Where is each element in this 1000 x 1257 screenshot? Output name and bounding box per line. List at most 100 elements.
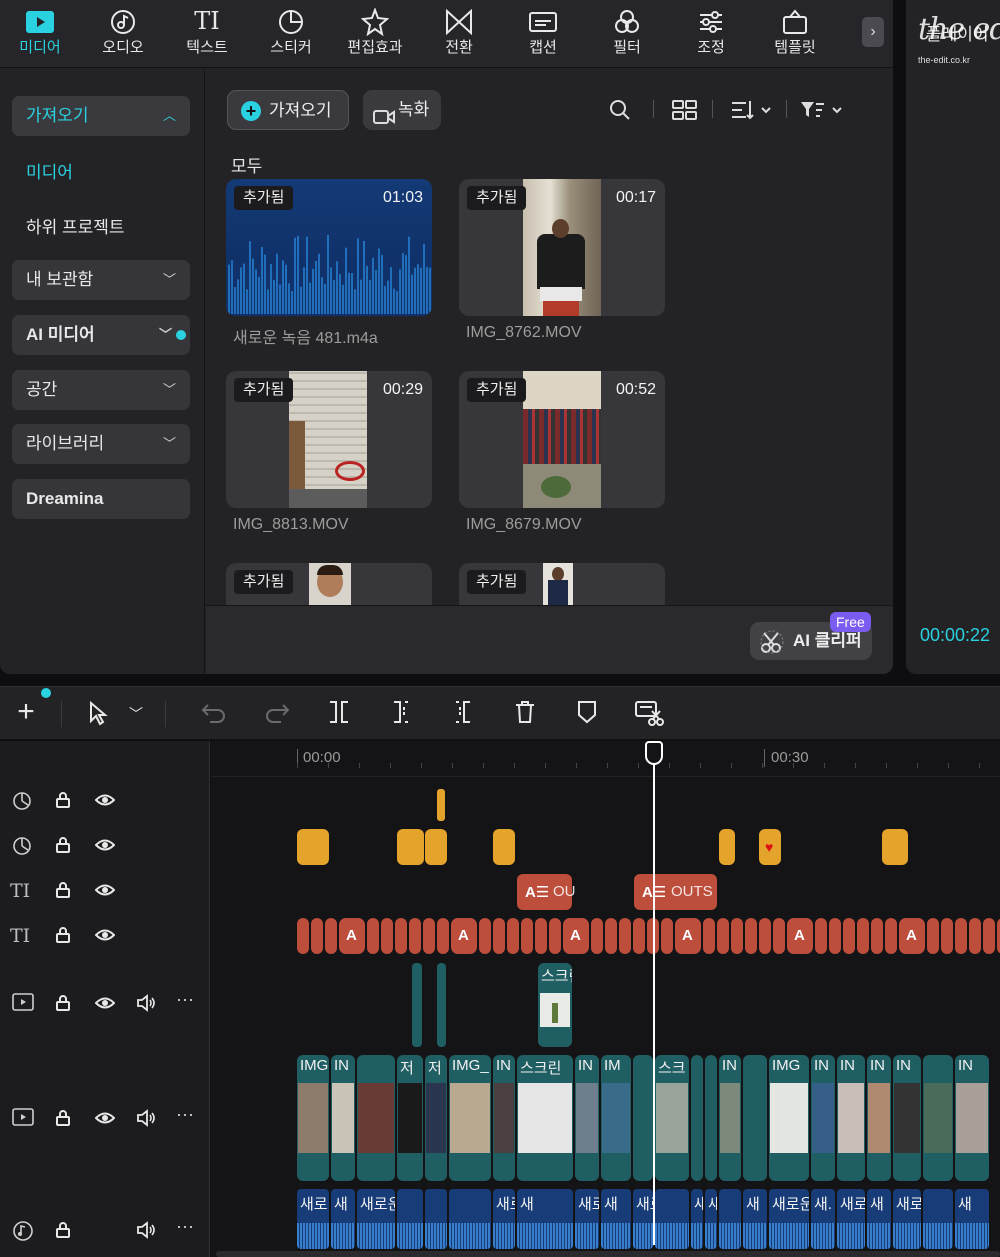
video-clip[interactable]: IN xyxy=(719,1055,741,1181)
select-cursor-icon[interactable] xyxy=(82,699,112,729)
playhead[interactable] xyxy=(653,748,655,1245)
audio-clip[interactable]: 새 xyxy=(331,1189,355,1249)
text-clip[interactable] xyxy=(703,918,715,954)
audio-clip[interactable]: 새로 xyxy=(691,1189,703,1249)
tab-audio[interactable]: 오디오 xyxy=(83,6,163,64)
lock-icon[interactable] xyxy=(55,836,71,859)
video-clip[interactable] xyxy=(633,1055,653,1181)
record-button[interactable]: 녹화 xyxy=(363,90,441,130)
text-clip[interactable] xyxy=(717,918,729,954)
media-card[interactable]: 추가됨 00:52 xyxy=(459,371,665,508)
sticker-clip[interactable] xyxy=(397,829,424,865)
text-clip[interactable]: A xyxy=(675,918,701,954)
text-clip[interactable] xyxy=(549,918,561,954)
text-clip[interactable] xyxy=(605,918,617,954)
toolbar-more-button[interactable]: › xyxy=(862,17,884,47)
audio-clip[interactable]: 새로 xyxy=(837,1189,865,1249)
audio-clip[interactable] xyxy=(397,1189,423,1249)
text-clip[interactable] xyxy=(367,918,379,954)
timeline-ruler[interactable]: 00:00 00:30 xyxy=(211,741,1000,777)
video-clip[interactable]: IN xyxy=(955,1055,989,1181)
tab-sticker[interactable]: 스티커 xyxy=(251,6,331,64)
text-clip[interactable] xyxy=(311,918,323,954)
video-clip[interactable]: IN xyxy=(575,1055,599,1181)
text-clip[interactable] xyxy=(493,918,505,954)
eye-icon[interactable] xyxy=(94,838,116,857)
video-clip[interactable]: IMG xyxy=(769,1055,809,1181)
lock-icon[interactable] xyxy=(55,994,71,1017)
text-clip[interactable]: A☰ OU xyxy=(517,874,576,910)
text-clip[interactable] xyxy=(381,918,393,954)
eye-icon[interactable] xyxy=(94,996,116,1015)
text-clip[interactable] xyxy=(409,918,421,954)
audio-clip[interactable]: 새 xyxy=(601,1189,631,1249)
text-clip[interactable] xyxy=(437,918,449,954)
timeline-area[interactable]: 00:00 00:30 ♥ A☰ OU A☰ OUTS A A A A A A 스크린 I… xyxy=(211,741,1000,1257)
tab-template[interactable]: 템플릿 xyxy=(755,6,835,64)
import-button[interactable]: + 가져오기 xyxy=(227,90,349,130)
eye-icon[interactable] xyxy=(94,928,116,947)
text-clip[interactable] xyxy=(661,918,673,954)
sticker-clip[interactable] xyxy=(297,829,329,865)
audio-clip[interactable]: 새로운 xyxy=(575,1189,599,1249)
text-clip[interactable]: A xyxy=(451,918,477,954)
audio-clip[interactable]: 새로운 xyxy=(893,1189,921,1249)
video-clip[interactable] xyxy=(743,1055,767,1181)
audio-clip[interactable]: 새로운 xyxy=(769,1189,809,1249)
text-clip[interactable]: A xyxy=(339,918,365,954)
speaker-icon[interactable] xyxy=(136,1109,156,1132)
video-clip[interactable] xyxy=(705,1055,717,1181)
trim-right-icon[interactable] xyxy=(448,699,478,729)
audio-clip[interactable] xyxy=(655,1189,689,1249)
audio-clip[interactable] xyxy=(449,1189,491,1249)
text-clip[interactable] xyxy=(969,918,981,954)
video-clip[interactable]: 저 xyxy=(397,1055,423,1181)
undo-icon[interactable] xyxy=(199,699,229,729)
text-clip[interactable] xyxy=(941,918,953,954)
sticker-clip[interactable] xyxy=(437,789,445,821)
media-card[interactable]: 추가됨 01:03 xyxy=(226,179,432,316)
audio-clip[interactable] xyxy=(425,1189,447,1249)
video-clip[interactable] xyxy=(357,1055,395,1181)
text-clip[interactable] xyxy=(731,918,743,954)
text-clip[interactable] xyxy=(423,918,435,954)
grid-view-icon[interactable] xyxy=(672,99,698,126)
tab-filter[interactable]: 필터 xyxy=(587,6,667,64)
lock-icon[interactable] xyxy=(55,1221,71,1244)
media-card[interactable]: 추가됨 00:17 xyxy=(459,179,665,316)
eye-icon[interactable] xyxy=(94,1111,116,1130)
audio-clip[interactable]: 새로 xyxy=(633,1189,653,1249)
text-clip[interactable] xyxy=(955,918,967,954)
more-dots-icon[interactable]: ··· xyxy=(176,989,194,1010)
audio-clip[interactable]: 새로운 xyxy=(493,1189,515,1249)
text-clip[interactable] xyxy=(619,918,631,954)
search-icon[interactable] xyxy=(609,99,631,126)
text-clip[interactable] xyxy=(521,918,533,954)
speaker-icon[interactable] xyxy=(136,1221,156,1244)
tab-caption[interactable]: 캡션 xyxy=(503,6,583,64)
video-clip[interactable]: IMG xyxy=(297,1055,329,1181)
delete-icon[interactable] xyxy=(510,699,540,729)
text-clip[interactable] xyxy=(325,918,337,954)
video-clip[interactable]: 스크 xyxy=(655,1055,689,1181)
text-clip[interactable] xyxy=(927,918,939,954)
sidebar-item-space[interactable]: 공간 ﹀ xyxy=(12,370,190,410)
marker-icon[interactable] xyxy=(572,699,602,729)
tab-effects[interactable]: 편집효과 xyxy=(335,6,415,64)
video-clip[interactable] xyxy=(923,1055,953,1181)
video-clip[interactable] xyxy=(437,963,446,1047)
text-clip[interactable] xyxy=(815,918,827,954)
video-clip[interactable]: IN xyxy=(867,1055,891,1181)
sticker-clip[interactable] xyxy=(719,829,735,865)
playhead-handle[interactable] xyxy=(645,741,663,765)
text-clip[interactable] xyxy=(591,918,603,954)
sidebar-item-media[interactable]: 미디어 xyxy=(26,158,73,183)
video-clip[interactable]: IN xyxy=(493,1055,515,1181)
text-clip[interactable] xyxy=(395,918,407,954)
video-clip[interactable] xyxy=(691,1055,703,1181)
audio-clip[interactable]: 새 xyxy=(743,1189,767,1249)
sidebar-item-my-storage[interactable]: 내 보관함 ﹀ xyxy=(12,260,190,300)
chevron-down-icon[interactable]: ﹀ xyxy=(121,699,151,729)
tab-media[interactable]: 미디어 xyxy=(0,6,80,64)
video-clip[interactable]: IM xyxy=(601,1055,631,1181)
